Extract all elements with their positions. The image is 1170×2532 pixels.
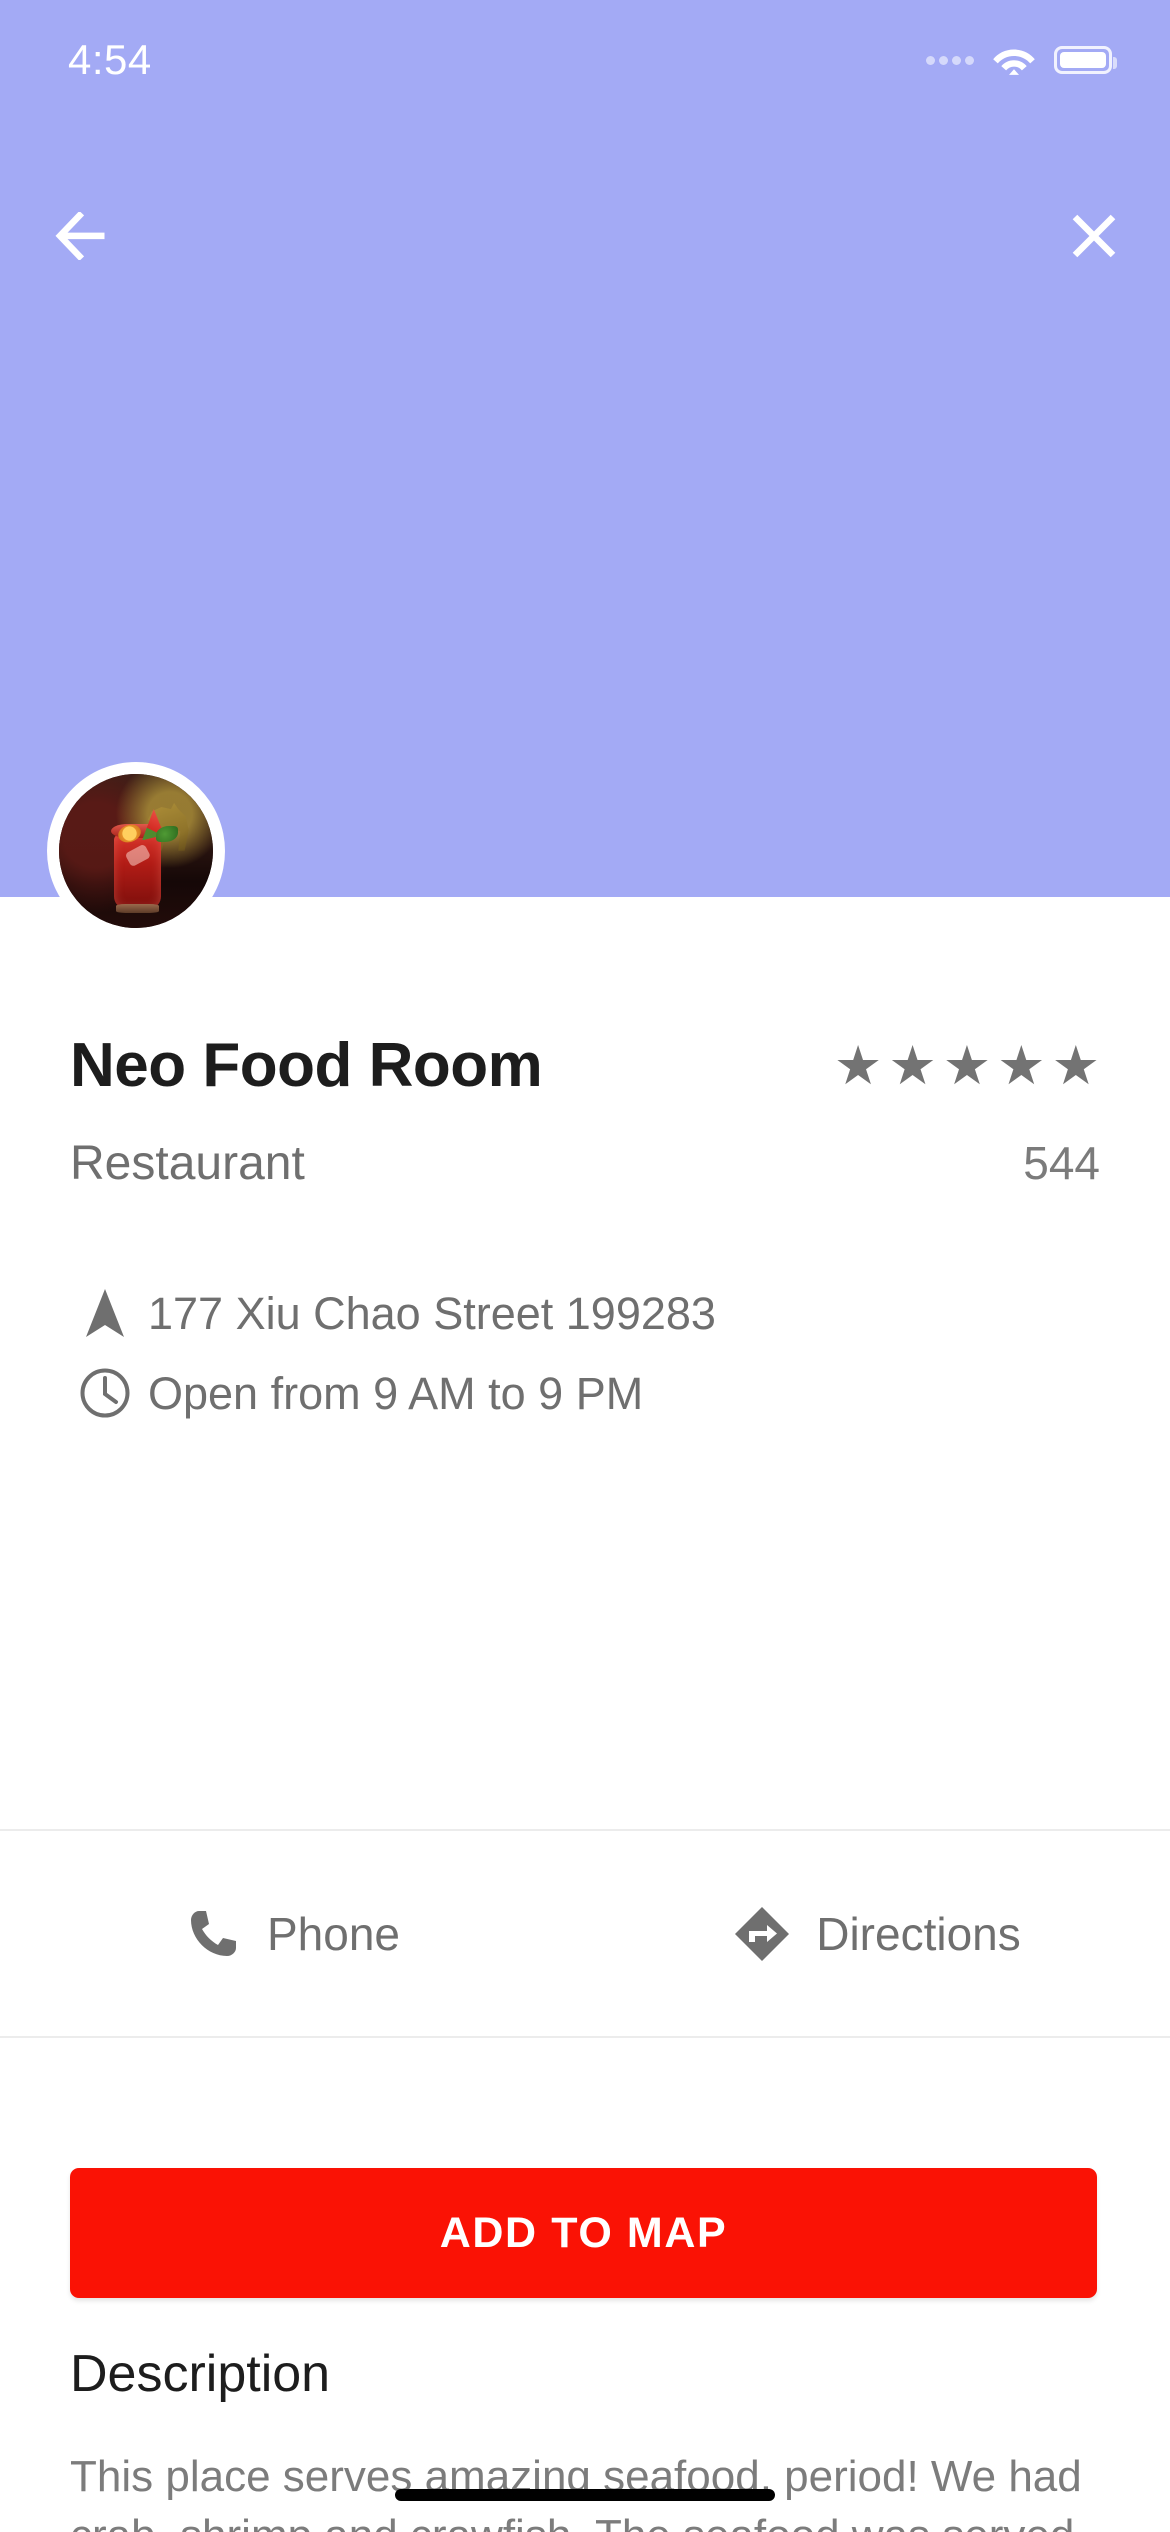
star-icon: ★ [888,1036,937,1096]
address-text: 177 Xiu Chao Street 199283 [148,1287,716,1339]
directions-icon [734,1906,790,1962]
phone-button[interactable]: Phone [0,1831,585,2036]
app-screen: 4:54 Neo Food Room ★ ★ ★ ★ ★ Restaurant … [0,0,1170,2532]
status-bar: 4:54 [0,0,1170,120]
avatar [47,762,225,940]
battery-full-icon [1054,46,1117,74]
hours-row: Open from 9 AM to 9 PM [72,1362,1102,1424]
arrow-left-icon [55,212,105,260]
home-indicator-bar[interactable] [395,2489,775,2501]
navigation-arrow-icon [72,1282,138,1344]
status-bar-time: 4:54 [68,36,152,83]
phone-label: Phone [266,1907,400,1960]
close-x-icon [1072,214,1116,258]
review-count: 544 [1023,1137,1100,1189]
star-icon: ★ [1051,1036,1100,1096]
star-icon: ★ [833,1036,883,1096]
place-category: Restaurant [70,1137,305,1190]
top-nav-bar [0,178,1170,288]
hero-banner [0,0,1170,897]
add-to-map-button[interactable]: ADD TO MAP [70,2168,1097,2298]
star-icon: ★ [942,1036,992,1096]
directions-button[interactable]: Directions [585,1831,1170,2036]
divider-bottom [0,2036,1170,2038]
status-bar-indicators [926,44,1117,76]
rating-stars: ★ ★ ★ ★ ★ [834,1039,1100,1093]
hours-text: Open from 9 AM to 9 PM [148,1367,644,1419]
close-button[interactable] [1048,190,1140,282]
description-heading: Description [70,2345,331,2403]
wifi-icon [993,49,1035,75]
signal-dots-icon [926,55,974,65]
action-bar: Phone Directions [0,1831,1170,2036]
subtitle-row: Restaurant 544 [70,1140,1100,1188]
title-row: Neo Food Room ★ ★ ★ ★ ★ [70,1035,1100,1097]
back-button[interactable] [38,190,130,282]
address-row: 177 Xiu Chao Street 199283 [72,1282,1102,1344]
phone-icon [185,1906,241,1962]
star-icon: ★ [997,1036,1046,1096]
directions-label: Directions [816,1907,1021,1960]
restaurant-cocktail-photo [59,774,213,928]
clock-icon [72,1362,138,1424]
info-block: 177 Xiu Chao Street 199283 Open from 9 A… [72,1282,1102,1442]
page-title: Neo Food Room [70,1031,543,1100]
